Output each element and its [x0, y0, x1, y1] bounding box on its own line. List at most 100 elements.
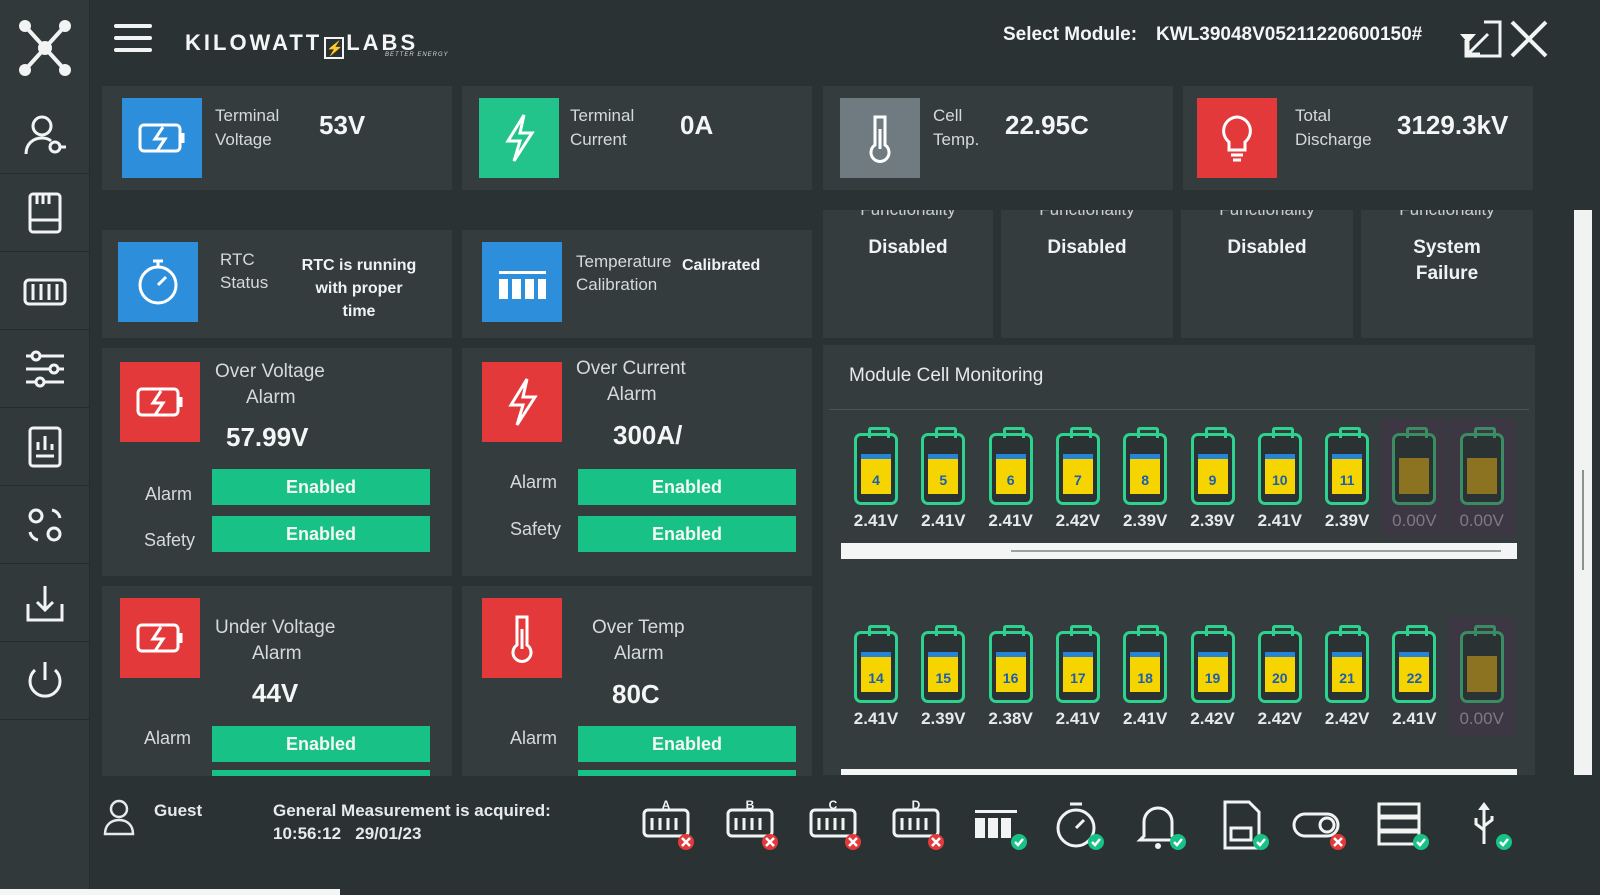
- pack-a-icon[interactable]: A: [638, 796, 698, 856]
- cell-voltage: 2.42V: [1257, 709, 1303, 728]
- battery-cell: 17 2.41V: [1045, 617, 1111, 735]
- sidebar-item-battery-pack[interactable]: [0, 252, 90, 330]
- cell-voltage: 2.38V: [988, 709, 1033, 728]
- close-icon[interactable]: [1508, 18, 1550, 60]
- over-temp-value: 80C: [612, 679, 660, 709]
- functionality-value: System Failure: [1361, 235, 1533, 287]
- timer-icon[interactable]: [1048, 796, 1108, 856]
- pack-c-icon[interactable]: C: [805, 796, 865, 856]
- card-label: Current: [570, 130, 627, 149]
- under-voltage-alarm-toggle[interactable]: Enabled: [212, 726, 430, 762]
- battery-cell: 0.00V: [1448, 617, 1515, 735]
- battery-cell: 21 2.42V: [1314, 617, 1380, 735]
- toggle-icon[interactable]: [1290, 796, 1350, 856]
- cell-number: 4: [872, 472, 880, 488]
- rtc-status-value: RTC is running with proper time: [284, 254, 434, 323]
- calibration-icon[interactable]: [971, 796, 1031, 856]
- select-module-label: Select Module:: [1003, 24, 1138, 45]
- storage-icon: [28, 192, 62, 233]
- over-voltage-alarm-toggle[interactable]: Enabled: [212, 469, 430, 505]
- battery-cell-icon: 6: [988, 427, 1033, 505]
- battery-cell: 16 2.38V: [978, 617, 1044, 735]
- alarm-label: Alarm: [145, 484, 193, 504]
- over-voltage-value: 57.99V: [226, 422, 309, 452]
- cell-voltage: 2.41V: [853, 511, 899, 530]
- battery-bolt-icon: [122, 98, 202, 178]
- cell-number: 18: [1137, 670, 1153, 686]
- vertical-scrollbar[interactable]: [1574, 210, 1592, 775]
- svg-text:A: A: [662, 798, 671, 812]
- over-current-safety-toggle[interactable]: Enabled: [578, 516, 796, 552]
- cell-temp-value: 22.95C: [1005, 110, 1089, 140]
- sidebar-item-report[interactable]: [0, 408, 90, 486]
- user-icon[interactable]: [102, 798, 136, 836]
- battery-pack-icon: [23, 278, 67, 305]
- functionality-value: Disabled: [1047, 237, 1127, 258]
- over-current-alarm-toggle[interactable]: Enabled: [578, 469, 796, 505]
- pack-b-icon[interactable]: B: [722, 796, 782, 856]
- battery-cell-icon: [1459, 625, 1504, 703]
- alarm-title: Over Current: [576, 358, 686, 379]
- usb-icon[interactable]: [1456, 796, 1516, 856]
- battery-cell-icon: 22: [1392, 625, 1437, 703]
- module-select[interactable]: KWL39048V05211220600150#: [1156, 24, 1422, 46]
- sidebar-item-storage[interactable]: [0, 174, 90, 252]
- cell-number: 9: [1208, 472, 1217, 488]
- battery-cell: 19 2.42V: [1180, 617, 1246, 735]
- bottom-scrollbar[interactable]: [0, 889, 340, 895]
- functionality-label: Functionality: [1181, 210, 1353, 220]
- minimize-window-icon[interactable]: [1462, 18, 1504, 60]
- cell-number: 7: [1073, 472, 1082, 488]
- status-bar: Guest General Measurement is acquired: 1…: [90, 790, 1600, 895]
- battery-cell-icon: [1392, 427, 1437, 505]
- functionality-cell: Functionality Disabled: [1001, 210, 1173, 338]
- card-label: Terminal: [570, 106, 635, 125]
- total-discharge-card: Total Discharge 3129.3kV: [1183, 86, 1533, 190]
- sidebar-item-users[interactable]: [0, 96, 90, 174]
- card-label: Temp.: [933, 130, 980, 149]
- settings-icon: [28, 508, 62, 541]
- functionality-label: Functionality: [823, 210, 993, 220]
- server-icon[interactable]: [1373, 796, 1433, 856]
- cell-number: 17: [1070, 670, 1086, 686]
- pack-d-icon[interactable]: D: [888, 796, 948, 856]
- calibration-label: Calibration: [576, 275, 658, 294]
- network-logo-icon[interactable]: [17, 18, 73, 78]
- cell-voltage: 2.41V: [921, 511, 966, 530]
- sidebar-item-power[interactable]: [0, 642, 90, 720]
- alarm-title: Alarm: [614, 643, 664, 664]
- scrollbar-thumb[interactable]: [1011, 550, 1501, 552]
- sidebar-item-sliders[interactable]: [0, 330, 90, 408]
- over-voltage-safety-toggle[interactable]: Enabled: [212, 516, 430, 552]
- battery-cell: 7 2.42V: [1045, 419, 1111, 537]
- scrollbar-thumb[interactable]: [1582, 470, 1584, 570]
- cell-voltage: 2.42V: [1324, 709, 1370, 728]
- thermometer-icon: [482, 598, 562, 678]
- cell-voltage: 2.41V: [988, 511, 1033, 530]
- battery-cell: 20 2.42V: [1247, 617, 1313, 735]
- calibration-value: Calibrated: [682, 257, 761, 274]
- rtc-label: RTC: [220, 250, 255, 269]
- sidebar-item-download[interactable]: [0, 564, 90, 642]
- battery-cell-icon: 8: [1123, 427, 1168, 505]
- cell-number: 21: [1339, 670, 1355, 686]
- current-user: Guest: [154, 801, 203, 820]
- battery-cell: 9 2.39V: [1180, 419, 1246, 537]
- horizontal-scrollbar[interactable]: [841, 769, 1517, 775]
- cell-voltage: 2.41V: [1392, 709, 1437, 728]
- cell-number: 11: [1339, 472, 1355, 488]
- menu-icon[interactable]: [114, 24, 152, 56]
- cell-number: 5: [939, 472, 948, 488]
- download-icon: [26, 585, 64, 621]
- sidebar-item-settings[interactable]: [0, 486, 90, 564]
- over-temp-alarm-toggle[interactable]: Enabled: [578, 726, 796, 762]
- horizontal-scrollbar[interactable]: [841, 543, 1517, 559]
- toggle-partial: [212, 770, 430, 776]
- sd-card-icon[interactable]: [1213, 796, 1273, 856]
- battery-cell: 14 2.41V: [843, 617, 909, 735]
- battery-cell: 8 2.39V: [1112, 419, 1178, 537]
- functionality-label: Functionality: [1361, 210, 1533, 220]
- bell-icon[interactable]: [1130, 796, 1190, 856]
- status-date: 29/01/23: [355, 824, 422, 843]
- monitoring-title: Module Cell Monitoring: [849, 365, 1044, 386]
